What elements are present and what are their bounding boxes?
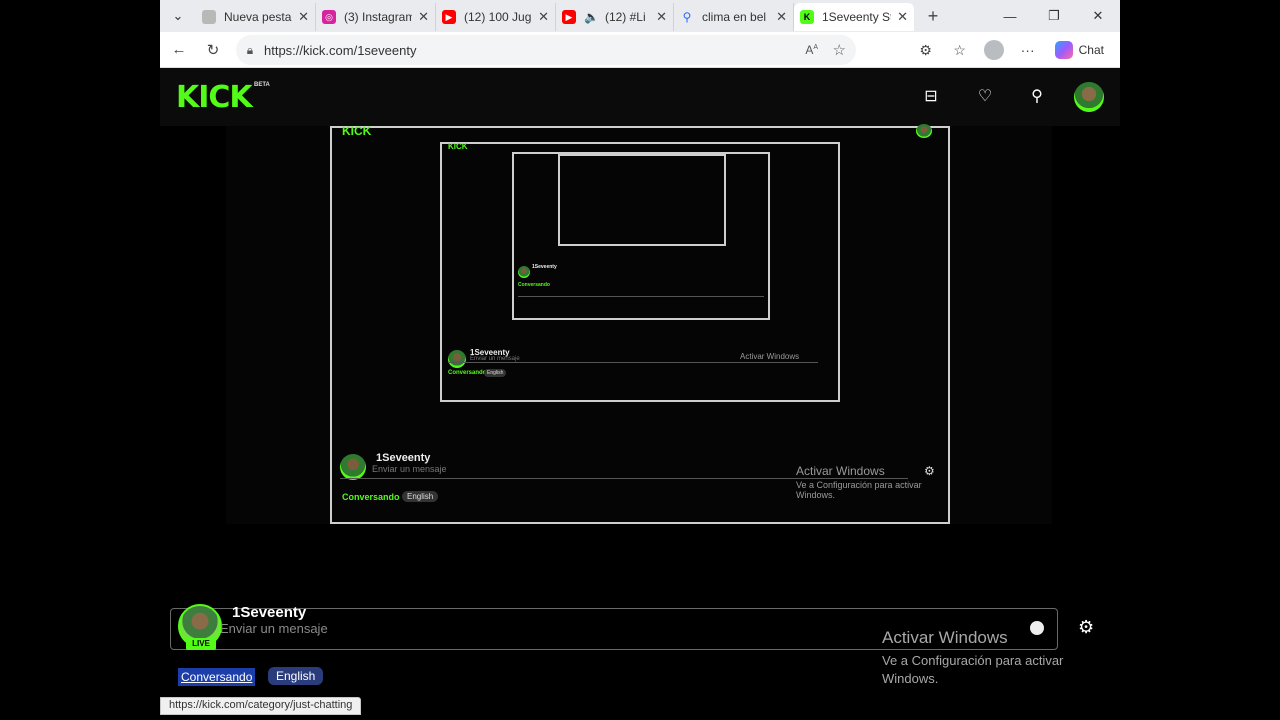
tab-title: (12) #Li bbox=[604, 10, 646, 24]
stream-video[interactable]: KICK KICK 1Seveenty Conversando 1Seveent… bbox=[226, 124, 1052, 524]
chat-settings-gear-icon[interactable]: ⚙ bbox=[1078, 617, 1094, 638]
mirror-gear-icon: ⚙ bbox=[924, 464, 935, 478]
kick-icon: K bbox=[800, 10, 814, 24]
youtube-icon: ▶ bbox=[442, 10, 456, 24]
close-icon[interactable]: ✕ bbox=[776, 9, 787, 25]
gift-icon[interactable]: ⊟ bbox=[920, 86, 942, 108]
tab-title: 1Seveenty St bbox=[822, 10, 892, 24]
mirror-divider bbox=[448, 362, 818, 363]
tab-title: (12) 100 Jug bbox=[464, 10, 532, 24]
address-bar: ← ↻ 🔒︎ https://kick.com/1seveenty AA ☆ ⚙… bbox=[160, 32, 1120, 68]
close-icon[interactable]: ✕ bbox=[897, 9, 908, 25]
tab-clima[interactable]: ⚲ clima en bel ✕ bbox=[674, 3, 794, 31]
profile-avatar[interactable] bbox=[983, 40, 1004, 60]
mirror-avatar bbox=[518, 266, 530, 278]
kick-logo[interactable]: KICK bbox=[176, 80, 253, 115]
close-icon[interactable]: ✕ bbox=[656, 9, 667, 25]
mirror-frame-2: KICK 1Seveenty Conversando 1Seveenty Env… bbox=[440, 142, 840, 402]
status-bar-url: https://kick.com/category/just-chatting bbox=[160, 697, 362, 715]
mirror-logo: KICK bbox=[448, 142, 468, 151]
read-aloud-icon[interactable]: AA bbox=[805, 43, 818, 57]
mirror-language: English bbox=[484, 369, 507, 377]
lock-icon[interactable]: 🔒︎ bbox=[236, 43, 264, 58]
extensions-icon[interactable]: ⚙ bbox=[911, 42, 941, 59]
emoji-icon[interactable] bbox=[1030, 621, 1044, 635]
tab-youtube-1[interactable]: ▶ (12) 100 Jug ✕ bbox=[436, 3, 556, 31]
mirror-frame-4 bbox=[558, 154, 726, 246]
activate-windows-title: Activar Windows bbox=[882, 628, 1008, 647]
favorite-star-icon[interactable]: ☆ bbox=[833, 41, 846, 59]
live-badge: LIVE bbox=[186, 638, 216, 650]
tab-title: Nueva pesta bbox=[224, 10, 292, 24]
mirror-frame-3: 1Seveenty Conversando bbox=[512, 152, 770, 320]
mirror-category: Conversando bbox=[448, 370, 487, 376]
mirror-channel: 1Seveenty bbox=[376, 452, 431, 464]
mirror-divider bbox=[518, 296, 764, 297]
back-icon[interactable]: ← bbox=[162, 41, 196, 58]
mirror-activate-sub: Ve a Configuración para activar Windows. bbox=[796, 480, 922, 500]
minimize-icon[interactable]: — bbox=[988, 0, 1032, 32]
mirror-logo: KICK bbox=[342, 124, 372, 138]
chat-label: Chat bbox=[1078, 43, 1104, 57]
mirror-frame-1: KICK KICK 1Seveenty Conversando 1Seveent… bbox=[330, 124, 950, 524]
tab-nueva[interactable]: Nueva pesta ✕ bbox=[196, 3, 316, 31]
chat-placeholder[interactable]: Enviar un mensaje bbox=[220, 621, 328, 636]
mirror-avatar bbox=[448, 350, 466, 368]
tab-youtube-2[interactable]: ▶ 🔈 (12) #Li ✕ bbox=[556, 3, 674, 31]
tab-strip: ⌄ Nueva pesta ✕ ◎ (3) Instagram ✕ ▶ (12)… bbox=[160, 0, 1120, 32]
copilot-icon bbox=[1054, 41, 1073, 59]
new-tab-icon[interactable]: + bbox=[918, 6, 948, 27]
speaker-icon[interactable]: 🔈 bbox=[584, 10, 599, 24]
kick-navbar: KICK BETA ⊟ ♡ ⚲ bbox=[160, 68, 1120, 126]
close-icon[interactable]: ✕ bbox=[538, 9, 549, 25]
instagram-icon: ◎ bbox=[322, 10, 336, 24]
mirror-placeholder: Enviar un mensaje bbox=[372, 464, 447, 474]
mirror-activate: Activar Windows bbox=[740, 352, 800, 361]
tab-instagram[interactable]: ◎ (3) Instagram ✕ bbox=[316, 3, 436, 31]
url-field[interactable]: 🔒︎ https://kick.com/1seveenty AA ☆ bbox=[236, 35, 856, 65]
language-tag[interactable]: English bbox=[268, 667, 324, 685]
tab-kick[interactable]: K 1Seveenty St ✕ bbox=[794, 3, 914, 31]
beta-badge: BETA bbox=[254, 82, 270, 88]
close-icon[interactable]: ✕ bbox=[298, 9, 309, 25]
tab-actions-icon[interactable]: ⌄ bbox=[160, 0, 196, 32]
mirror-category: Conversando bbox=[518, 282, 550, 288]
youtube-icon: ▶ bbox=[562, 10, 576, 24]
mirror-channel: 1Seveenty bbox=[532, 264, 557, 270]
mirror-activate: Activar Windows bbox=[796, 464, 885, 478]
copilot-chat-button[interactable]: Chat bbox=[1047, 41, 1112, 59]
browser-window: ⌄ Nueva pesta ✕ ◎ (3) Instagram ✕ ▶ (12)… bbox=[160, 0, 1120, 720]
favorites-icon[interactable]: ☆ bbox=[945, 42, 975, 59]
kick-page: KICK BETA ⊟ ♡ ⚲ KICK KICK 1Seveenty Conv… bbox=[160, 68, 1120, 720]
browser-toolbar: ⚙ ☆ ··· Chat bbox=[911, 32, 1112, 68]
mirror-language: English bbox=[402, 491, 439, 502]
following-heart-icon[interactable]: ♡ bbox=[974, 86, 996, 108]
more-menu-icon[interactable]: ··· bbox=[1013, 42, 1043, 58]
close-icon[interactable]: ✕ bbox=[418, 9, 429, 25]
page-icon bbox=[202, 10, 216, 24]
search-icon: ⚲ bbox=[682, 10, 692, 24]
window-controls: — ❐ ✕ bbox=[988, 0, 1120, 32]
channel-name[interactable]: 1Seveenty bbox=[232, 604, 306, 621]
user-avatar[interactable] bbox=[1074, 82, 1104, 112]
url-text: https://kick.com/1seveenty bbox=[264, 42, 417, 58]
category-link[interactable]: Conversando bbox=[178, 668, 256, 686]
activate-windows-subtitle: Ve a Configuración para activar Windows. bbox=[882, 653, 1064, 686]
search-icon[interactable]: ⚲ bbox=[1026, 86, 1048, 108]
tab-title: (3) Instagram bbox=[344, 10, 413, 24]
restore-icon[interactable]: ❐ bbox=[1032, 0, 1076, 32]
mirror-category: Conversando bbox=[342, 492, 400, 502]
close-window-icon[interactable]: ✕ bbox=[1076, 0, 1120, 32]
mirror-avatar bbox=[916, 124, 932, 138]
mirror-avatar bbox=[340, 454, 366, 480]
refresh-icon[interactable]: ↻ bbox=[196, 41, 230, 59]
mirror-divider bbox=[340, 478, 908, 479]
tab-title: clima en bel bbox=[702, 10, 767, 24]
